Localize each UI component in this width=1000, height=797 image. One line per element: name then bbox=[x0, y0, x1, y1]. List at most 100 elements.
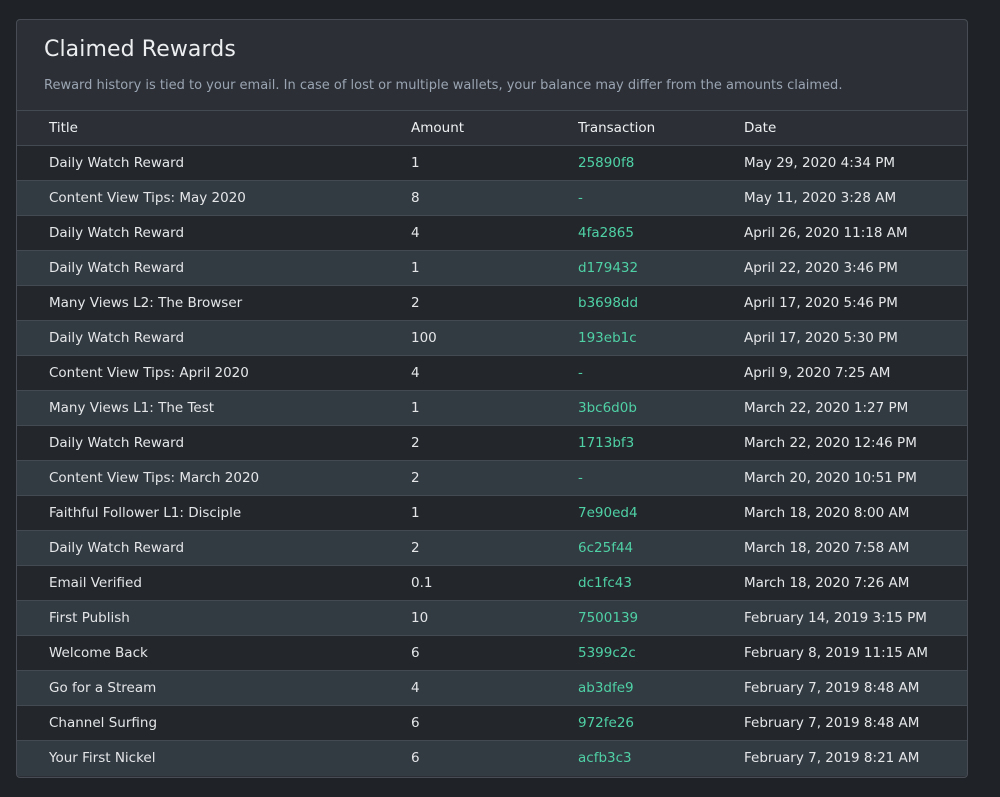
reward-date: February 7, 2019 8:21 AM bbox=[744, 740, 967, 776]
table-row: Many Views L1: The Test 1 3bc6d0b March 22,… bbox=[17, 390, 967, 426]
reward-date: March 20, 2020 10:51 PM bbox=[744, 460, 967, 496]
reward-title: Go for a Stream bbox=[17, 670, 411, 706]
transaction-cell: ab3dfe9 bbox=[578, 670, 744, 706]
reward-amount: 6 bbox=[411, 705, 578, 741]
page-title: Claimed Rewards bbox=[44, 37, 236, 62]
reward-amount: 100 bbox=[411, 320, 578, 356]
transaction-link[interactable]: 7e90ed4 bbox=[578, 505, 638, 521]
transaction-empty: - bbox=[578, 470, 583, 486]
transaction-link[interactable]: ab3dfe9 bbox=[578, 680, 634, 696]
reward-title: Many Views L1: The Test bbox=[17, 390, 411, 426]
transaction-link[interactable]: 6c25f44 bbox=[578, 540, 633, 556]
table-row: Content View Tips: May 2020 8- May 11, 202… bbox=[17, 180, 967, 216]
reward-amount: 2 bbox=[411, 425, 578, 461]
transaction-cell: 6c25f44 bbox=[578, 530, 744, 566]
reward-date: April 22, 2020 3:46 PM bbox=[744, 250, 967, 286]
reward-title: Content View Tips: May 2020 bbox=[17, 180, 411, 216]
transaction-link[interactable]: 4fa2865 bbox=[578, 225, 634, 241]
reward-title: Content View Tips: April 2020 bbox=[17, 355, 411, 391]
transaction-link[interactable]: d179432 bbox=[578, 260, 638, 276]
transaction-link[interactable]: 972fe26 bbox=[578, 715, 634, 731]
reward-amount: 2 bbox=[411, 530, 578, 566]
reward-amount: 10 bbox=[411, 600, 578, 636]
table-row: Daily Watch Reward 2 1713bf3 March 22, 2020… bbox=[17, 425, 967, 461]
claimed-rewards-card: Claimed Rewards Reward history is tied t… bbox=[16, 19, 968, 778]
table-row: Go for a Stream 4 ab3dfe9 February 7, 2019 … bbox=[17, 670, 967, 706]
table-row: Daily Watch Reward 4 4fa2865 April 26, 2020… bbox=[17, 215, 967, 251]
transaction-cell: acfb3c3 bbox=[578, 740, 744, 776]
reward-date: April 17, 2020 5:30 PM bbox=[744, 320, 967, 356]
rewards-table: Title Amount Transaction Date Daily Watc… bbox=[17, 110, 967, 776]
reward-date: February 7, 2019 8:48 AM bbox=[744, 670, 967, 706]
table-row: Content View Tips: April 2020 4- April 9, … bbox=[17, 355, 967, 391]
reward-amount: 0.1 bbox=[411, 565, 578, 601]
reward-date: April 17, 2020 5:46 PM bbox=[744, 285, 967, 321]
transaction-link[interactable]: dc1fc43 bbox=[578, 575, 632, 591]
transaction-link[interactable]: 25890f8 bbox=[578, 155, 634, 171]
transaction-cell: - bbox=[578, 355, 744, 391]
column-header-date: Date bbox=[744, 110, 967, 146]
reward-title: Channel Surfing bbox=[17, 705, 411, 741]
table-row: Email Verified 0.1 dc1fc43 March 18, 2020 7… bbox=[17, 565, 967, 601]
transaction-cell: 5399c2c bbox=[578, 635, 744, 671]
transaction-link[interactable]: 5399c2c bbox=[578, 645, 636, 661]
reward-amount: 4 bbox=[411, 355, 578, 391]
reward-amount: 8 bbox=[411, 180, 578, 216]
column-header-title: Title bbox=[17, 110, 411, 146]
reward-title: Daily Watch Reward bbox=[17, 145, 411, 181]
reward-title: Email Verified bbox=[17, 565, 411, 601]
reward-title: Daily Watch Reward bbox=[17, 250, 411, 286]
table-row: Channel Surfing 6 972fe26 February 7, 2019 … bbox=[17, 705, 967, 741]
reward-title: First Publish bbox=[17, 600, 411, 636]
transaction-cell: d179432 bbox=[578, 250, 744, 286]
reward-amount: 6 bbox=[411, 635, 578, 671]
transaction-link[interactable]: 3bc6d0b bbox=[578, 400, 637, 416]
reward-title: Daily Watch Reward bbox=[17, 530, 411, 566]
transaction-cell: 25890f8 bbox=[578, 145, 744, 181]
table-row: Welcome Back 6 5399c2c February 8, 2019 11:… bbox=[17, 635, 967, 671]
reward-date: February 7, 2019 8:48 AM bbox=[744, 705, 967, 741]
column-header-transaction: Transaction bbox=[578, 110, 744, 146]
transaction-link[interactable]: 193eb1c bbox=[578, 330, 637, 346]
transaction-link[interactable]: b3698dd bbox=[578, 295, 638, 311]
column-header-amount: Amount bbox=[411, 110, 578, 146]
reward-title: Daily Watch Reward bbox=[17, 425, 411, 461]
table-row: Many Views L2: The Browser 2 b3698dd April … bbox=[17, 285, 967, 321]
transaction-cell: dc1fc43 bbox=[578, 565, 744, 601]
reward-date: March 18, 2020 7:58 AM bbox=[744, 530, 967, 566]
transaction-cell: 1713bf3 bbox=[578, 425, 744, 461]
transaction-empty: - bbox=[578, 365, 583, 381]
transaction-cell: - bbox=[578, 180, 744, 216]
transaction-empty: - bbox=[578, 190, 583, 206]
reward-title: Welcome Back bbox=[17, 635, 411, 671]
reward-date: March 18, 2020 8:00 AM bbox=[744, 495, 967, 531]
reward-title: Many Views L2: The Browser bbox=[17, 285, 411, 321]
transaction-cell: 3bc6d0b bbox=[578, 390, 744, 426]
table-row: Content View Tips: March 2020 2- March 20,… bbox=[17, 460, 967, 496]
reward-title: Faithful Follower L1: Disciple bbox=[17, 495, 411, 531]
reward-title: Content View Tips: March 2020 bbox=[17, 460, 411, 496]
reward-amount: 1 bbox=[411, 145, 578, 181]
transaction-link[interactable]: 7500139 bbox=[578, 610, 638, 626]
transaction-cell: 4fa2865 bbox=[578, 215, 744, 251]
transaction-cell: 7e90ed4 bbox=[578, 495, 744, 531]
reward-title: Daily Watch Reward bbox=[17, 320, 411, 356]
reward-date: February 8, 2019 11:15 AM bbox=[744, 635, 967, 671]
reward-date: May 11, 2020 3:28 AM bbox=[744, 180, 967, 216]
reward-date: February 14, 2019 3:15 PM bbox=[744, 600, 967, 636]
reward-amount: 4 bbox=[411, 215, 578, 251]
reward-date: March 22, 2020 1:27 PM bbox=[744, 390, 967, 426]
table-row: Daily Watch Reward 1 d179432 April 22, 2020… bbox=[17, 250, 967, 286]
transaction-cell: 7500139 bbox=[578, 600, 744, 636]
transaction-link[interactable]: 1713bf3 bbox=[578, 435, 634, 451]
table-row: First Publish 10 7500139 February 14, 2019 … bbox=[17, 600, 967, 636]
reward-date: May 29, 2020 4:34 PM bbox=[744, 145, 967, 181]
reward-amount: 4 bbox=[411, 670, 578, 706]
table-row: Daily Watch Reward 100 193eb1c April 17, 20… bbox=[17, 320, 967, 356]
table-header-row: Title Amount Transaction Date bbox=[17, 110, 967, 146]
reward-title: Your First Nickel bbox=[17, 740, 411, 776]
transaction-link[interactable]: acfb3c3 bbox=[578, 750, 632, 766]
reward-date: April 9, 2020 7:25 AM bbox=[744, 355, 967, 391]
page-subtitle: Reward history is tied to your email. In… bbox=[44, 78, 843, 93]
reward-amount: 2 bbox=[411, 460, 578, 496]
